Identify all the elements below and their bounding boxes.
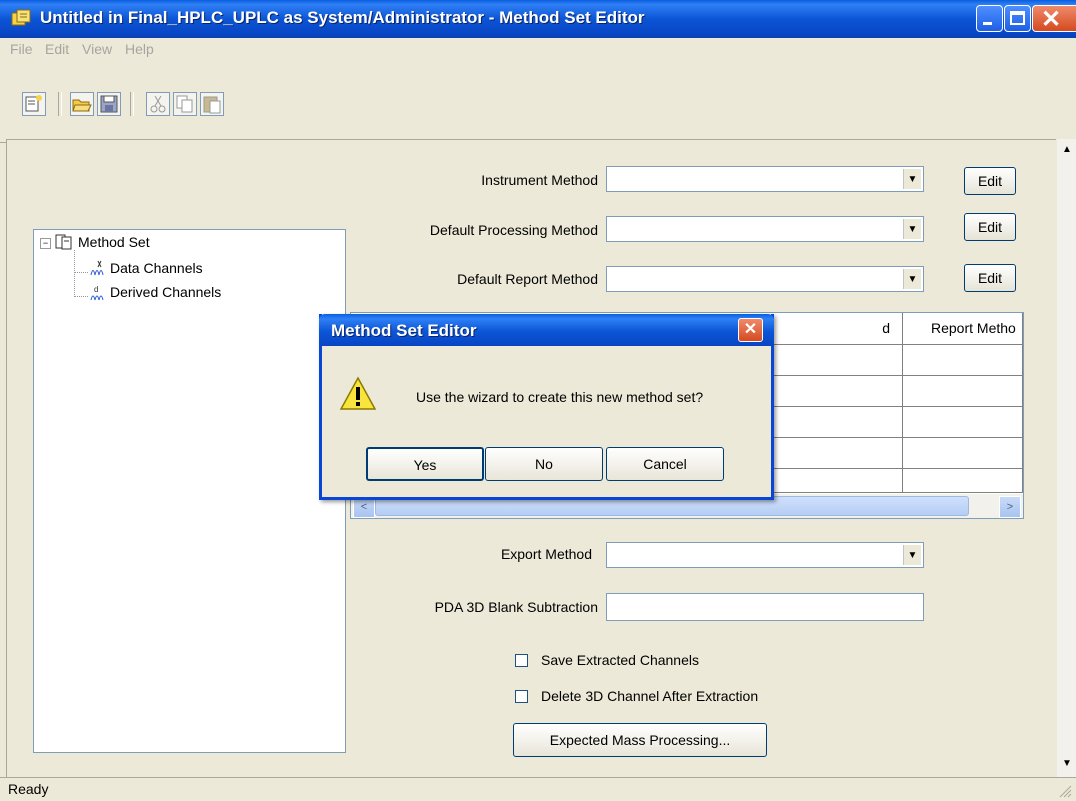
grid-cell[interactable] bbox=[903, 469, 1023, 493]
method-set-tree[interactable]: − Method Set Data Channels d Derived Cha… bbox=[33, 229, 346, 753]
save-extracted-label: Save Extracted Channels bbox=[541, 652, 699, 668]
paste-button[interactable] bbox=[200, 92, 224, 116]
resize-grip-icon[interactable] bbox=[1058, 784, 1072, 798]
pda-3d-blank-subtraction-field[interactable] bbox=[606, 593, 924, 621]
instrument-method-combo[interactable]: ▼ bbox=[606, 166, 924, 192]
open-folder-icon bbox=[72, 99, 92, 112]
toolbar-separator bbox=[58, 92, 62, 116]
grid-cell[interactable] bbox=[903, 376, 1023, 407]
app-icon bbox=[11, 9, 31, 26]
status-bar: Ready bbox=[0, 777, 1076, 801]
new-method-set-icon bbox=[25, 95, 42, 112]
pda-label: PDA 3D Blank Subtraction bbox=[434, 599, 598, 615]
delete-3d-label: Delete 3D Channel After Extraction bbox=[541, 688, 759, 704]
expected-mass-processing-button[interactable]: Expected Mass Processing... bbox=[513, 723, 767, 757]
tree-item-method-set[interactable]: Method Set bbox=[78, 234, 150, 250]
scroll-down-icon[interactable]: ▼ bbox=[1059, 755, 1075, 773]
menu-edit[interactable]: Edit bbox=[45, 41, 69, 57]
minimize-icon bbox=[983, 22, 992, 25]
grid-header-partial: d bbox=[882, 320, 890, 336]
paste-icon bbox=[203, 96, 221, 114]
save-icon bbox=[100, 95, 118, 113]
no-button[interactable]: No bbox=[485, 447, 603, 481]
save-extracted-checkbox[interactable] bbox=[515, 654, 528, 667]
export-method-label: Export Method bbox=[500, 546, 592, 562]
cancel-button[interactable]: Cancel bbox=[606, 447, 724, 481]
menu-help[interactable]: Help bbox=[125, 41, 154, 57]
menu-file[interactable]: File bbox=[10, 41, 33, 57]
close-icon: ✕ bbox=[743, 321, 758, 338]
menu-view[interactable]: View bbox=[82, 41, 112, 57]
export-method-combo[interactable]: ▼ bbox=[606, 542, 924, 568]
scroll-right-icon[interactable]: > bbox=[999, 496, 1021, 518]
grid-cell[interactable] bbox=[903, 345, 1023, 376]
close-button[interactable]: ✕ bbox=[1032, 5, 1076, 33]
status-text: Ready bbox=[8, 781, 49, 797]
cut-button[interactable] bbox=[146, 92, 170, 116]
delete-3d-checkbox[interactable] bbox=[515, 690, 528, 703]
chevron-down-icon[interactable]: ▼ bbox=[903, 219, 921, 239]
tree-item-data-channels[interactable]: Data Channels bbox=[110, 260, 203, 276]
default-report-edit-button[interactable]: Edit bbox=[964, 264, 1016, 292]
new-method-set-button[interactable] bbox=[22, 92, 46, 116]
default-report-label: Default Report Method bbox=[457, 271, 598, 287]
chevron-down-icon[interactable]: ▼ bbox=[903, 545, 921, 565]
toolbar-separator bbox=[130, 92, 134, 116]
dialog-title: Method Set Editor bbox=[331, 321, 477, 340]
svg-text:d: d bbox=[94, 285, 98, 294]
dialog-close-button[interactable]: ✕ bbox=[738, 318, 763, 342]
default-processing-edit-button[interactable]: Edit bbox=[964, 213, 1016, 241]
copy-button[interactable] bbox=[173, 92, 197, 116]
grid-header-report-method: Report Metho bbox=[903, 313, 1023, 345]
method-set-icon bbox=[55, 234, 72, 250]
vertical-scrollbar[interactable]: ▲ ▼ bbox=[1056, 139, 1076, 777]
default-report-combo[interactable]: ▼ bbox=[606, 266, 924, 292]
menu-bar: File Edit View Help bbox=[0, 38, 1076, 62]
derived-channels-icon: d bbox=[90, 285, 104, 301]
open-button[interactable] bbox=[70, 92, 94, 116]
grid-cell[interactable] bbox=[903, 438, 1023, 469]
close-icon: ✕ bbox=[1041, 6, 1062, 33]
yes-button[interactable]: Yes bbox=[366, 447, 484, 481]
data-channels-icon bbox=[90, 260, 104, 276]
maximize-button[interactable] bbox=[1004, 5, 1031, 32]
cut-icon bbox=[150, 95, 166, 113]
collapse-icon[interactable]: − bbox=[40, 238, 51, 249]
dialog-message: Use the wizard to create this new method… bbox=[416, 389, 704, 405]
maximize-icon bbox=[1010, 11, 1025, 25]
default-processing-label: Default Processing Method bbox=[429, 222, 598, 238]
tree-item-derived-channels[interactable]: Derived Channels bbox=[110, 284, 221, 300]
copy-icon bbox=[176, 95, 193, 113]
warning-icon bbox=[339, 376, 377, 410]
save-button[interactable] bbox=[97, 92, 121, 116]
minimize-button[interactable] bbox=[976, 5, 1003, 32]
instrument-method-label: Instrument Method bbox=[481, 172, 598, 188]
instrument-method-edit-button[interactable]: Edit bbox=[964, 167, 1016, 195]
default-processing-combo[interactable]: ▼ bbox=[606, 216, 924, 242]
dialog-title-bar: Method Set Editor ✕ bbox=[319, 314, 774, 346]
grid-cell[interactable] bbox=[903, 407, 1023, 438]
window-title: Untitled in Final_HPLC_UPLC as System/Ad… bbox=[40, 8, 645, 27]
chevron-down-icon[interactable]: ▼ bbox=[903, 169, 921, 189]
chevron-down-icon[interactable]: ▼ bbox=[903, 269, 921, 289]
scroll-up-icon[interactable]: ▲ bbox=[1059, 141, 1075, 159]
